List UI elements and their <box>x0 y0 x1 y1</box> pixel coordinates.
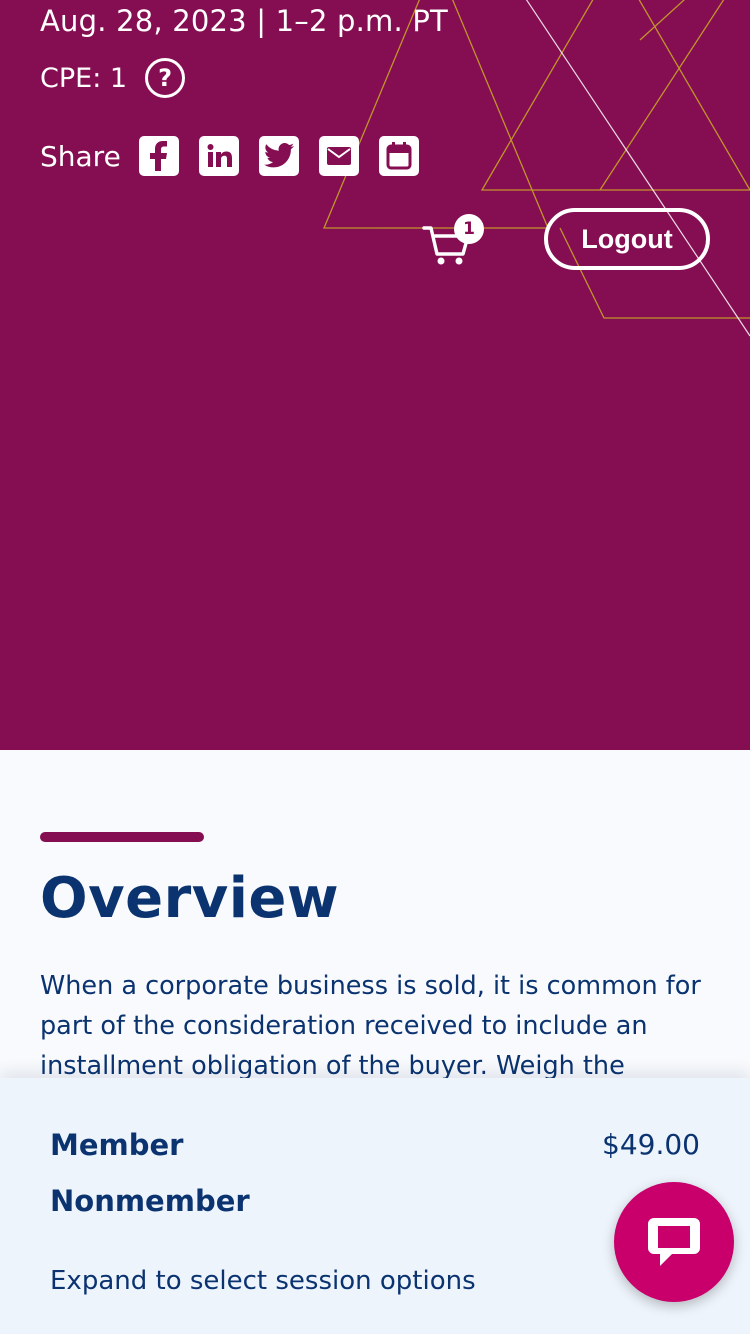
help-icon[interactable]: ? <box>145 58 186 98</box>
nonmember-price-row: Nonmember $5 <box>50 1184 700 1218</box>
member-label: Member <box>50 1128 184 1162</box>
nonmember-label: Nonmember <box>50 1184 250 1218</box>
overview-description: When a corporate business is sold, it is… <box>40 971 701 1081</box>
overview-accent-bar <box>40 832 204 842</box>
logout-button[interactable]: Logout <box>544 208 710 270</box>
share-label: Share <box>40 139 121 173</box>
chat-button[interactable] <box>614 1182 734 1302</box>
event-date-time: Aug. 28, 2023 | 1–2 p.m. PT <box>40 4 448 38</box>
chat-bubble-icon <box>648 1218 700 1266</box>
event-hero: Aug. 28, 2023 | 1–2 p.m. PT CPE: 1 ? Sha… <box>0 0 750 750</box>
share-row: Share <box>40 136 439 176</box>
linkedin-icon[interactable] <box>198 136 239 176</box>
facebook-icon[interactable] <box>138 136 179 176</box>
decorative-triangle-pattern <box>323 0 750 337</box>
cpe-credits: CPE: 1 <box>40 62 128 94</box>
member-price: $49.00 <box>602 1128 700 1161</box>
overview-heading: Overview <box>40 866 340 931</box>
member-price-row: Member $49.00 <box>50 1128 700 1162</box>
calendar-icon[interactable] <box>378 136 419 176</box>
twitter-icon[interactable] <box>258 136 299 176</box>
cart-button[interactable]: 1 <box>422 214 486 266</box>
cart-count-badge: 1 <box>454 214 484 244</box>
email-icon[interactable] <box>318 136 359 176</box>
expand-session-options[interactable]: Expand to select session options <box>50 1266 476 1296</box>
cpe-row: CPE: 1 ? <box>40 58 186 98</box>
